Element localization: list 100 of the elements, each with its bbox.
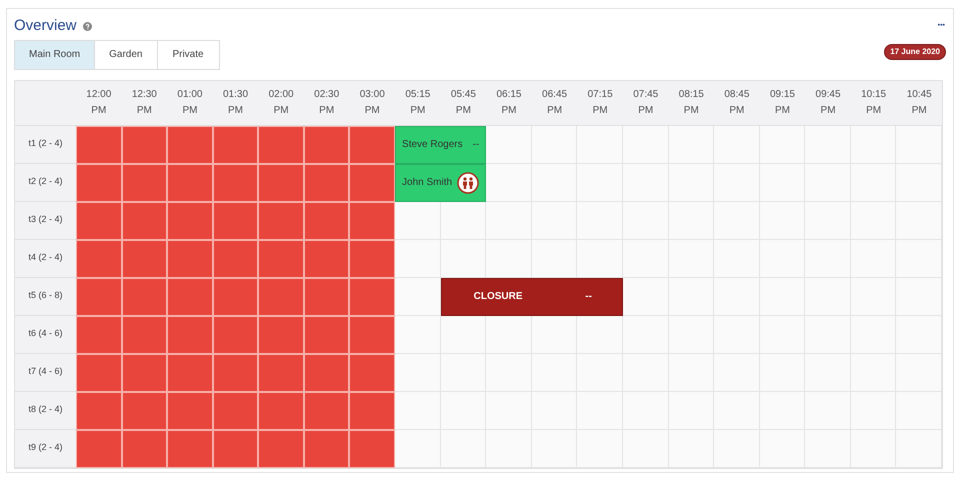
blocked-slot bbox=[76, 354, 122, 392]
open-slot[interactable] bbox=[622, 316, 669, 354]
open-slot[interactable] bbox=[395, 240, 441, 278]
blocked-slot bbox=[304, 126, 350, 164]
open-slot[interactable] bbox=[486, 430, 532, 468]
time-header: 12:30 PM bbox=[122, 80, 168, 126]
time-header: 10:15 PM bbox=[850, 80, 896, 126]
blocked-slot bbox=[122, 164, 168, 202]
blocked-slot bbox=[167, 392, 213, 430]
booking-block[interactable]: Steve Rogers -- bbox=[395, 126, 486, 164]
open-slot[interactable] bbox=[486, 126, 532, 164]
table-label: t5 (6 - 8) bbox=[15, 278, 76, 316]
date-badge: 17 June 2020 bbox=[884, 44, 946, 60]
open-slot[interactable] bbox=[896, 354, 942, 392]
people-icon bbox=[457, 172, 480, 194]
time-header: 01:00 PM bbox=[167, 80, 213, 126]
room-tab[interactable]: Main Room bbox=[15, 40, 94, 68]
blocked-slot bbox=[258, 240, 304, 278]
open-slot[interactable] bbox=[668, 126, 714, 164]
open-slot[interactable] bbox=[896, 240, 942, 278]
blocked-slot bbox=[167, 278, 213, 316]
blocked-slot bbox=[76, 316, 122, 354]
open-slot[interactable] bbox=[622, 278, 669, 316]
open-slot[interactable] bbox=[532, 430, 578, 468]
open-slot[interactable] bbox=[714, 430, 760, 468]
time-header: 06:45 PM bbox=[532, 80, 578, 126]
open-slot[interactable] bbox=[896, 164, 942, 202]
open-slot[interactable] bbox=[896, 278, 942, 316]
open-slot[interactable] bbox=[395, 430, 441, 468]
help-icon[interactable] bbox=[82, 22, 92, 31]
time-header: 09:15 PM bbox=[760, 80, 806, 126]
blocked-slot bbox=[122, 316, 168, 354]
open-slot[interactable] bbox=[805, 126, 851, 164]
table-label: t4 (2 - 4) bbox=[15, 240, 76, 278]
guest-name: John Smith bbox=[402, 176, 452, 190]
time-header: 10:45 PM bbox=[896, 80, 942, 126]
open-slot[interactable] bbox=[896, 126, 942, 164]
table-label: t1 (2 - 4) bbox=[15, 126, 76, 164]
open-slot[interactable] bbox=[395, 392, 441, 430]
open-slot[interactable] bbox=[577, 126, 623, 164]
open-slot[interactable] bbox=[622, 430, 669, 468]
blocked-slot bbox=[76, 240, 122, 278]
open-slot[interactable] bbox=[486, 240, 532, 278]
blocked-slot bbox=[122, 430, 168, 468]
open-slot[interactable] bbox=[440, 240, 486, 278]
open-slot[interactable] bbox=[486, 316, 532, 354]
open-slot[interactable] bbox=[577, 240, 623, 278]
open-slot[interactable] bbox=[760, 126, 806, 164]
open-slot[interactable] bbox=[714, 126, 760, 164]
blocked-slot bbox=[76, 126, 122, 164]
time-header: 08:45 PM bbox=[714, 80, 760, 126]
page-title: Overview bbox=[14, 16, 77, 36]
open-slot[interactable] bbox=[486, 164, 532, 202]
open-slot[interactable] bbox=[440, 430, 486, 468]
blocked-slot bbox=[212, 278, 258, 316]
time-header: 12:00 PM bbox=[76, 80, 122, 126]
open-slot[interactable] bbox=[532, 240, 578, 278]
table-label: t8 (2 - 4) bbox=[15, 392, 76, 430]
open-slot[interactable] bbox=[395, 202, 441, 240]
open-slot[interactable] bbox=[805, 430, 851, 468]
open-slot[interactable] bbox=[440, 316, 486, 354]
open-slot[interactable] bbox=[850, 126, 896, 164]
blocked-slot bbox=[349, 164, 396, 202]
closure-label: CLOSURE bbox=[474, 290, 523, 304]
open-slot[interactable] bbox=[395, 278, 441, 316]
blocked-slot bbox=[167, 354, 213, 392]
blocked-slot bbox=[349, 316, 396, 354]
open-slot[interactable] bbox=[532, 316, 578, 354]
open-slot[interactable] bbox=[395, 354, 441, 392]
open-slot[interactable] bbox=[896, 430, 942, 468]
closure-block[interactable]: CLOSURE -- bbox=[440, 278, 623, 316]
table-label: t7 (4 - 6) bbox=[15, 354, 76, 392]
table-label: t2 (2 - 4) bbox=[15, 164, 76, 202]
blocked-slot bbox=[76, 430, 122, 468]
blocked-slot bbox=[349, 240, 396, 278]
open-slot[interactable] bbox=[896, 316, 942, 354]
open-slot[interactable] bbox=[577, 316, 623, 354]
blocked-slot bbox=[167, 240, 213, 278]
booking-block[interactable]: John Smith bbox=[395, 164, 486, 202]
blocked-slot bbox=[258, 316, 304, 354]
open-slot[interactable] bbox=[395, 316, 441, 354]
open-slot[interactable] bbox=[486, 202, 532, 240]
open-slot[interactable] bbox=[577, 430, 623, 468]
open-slot[interactable] bbox=[850, 430, 896, 468]
open-slot[interactable] bbox=[622, 240, 669, 278]
open-slot[interactable] bbox=[760, 430, 806, 468]
open-slot[interactable] bbox=[532, 126, 578, 164]
blocked-slot bbox=[349, 430, 396, 468]
blocked-slot bbox=[167, 430, 213, 468]
blocked-slot bbox=[258, 430, 304, 468]
time-header: 02:30 PM bbox=[304, 80, 350, 126]
time-header: 05:45 PM bbox=[440, 80, 486, 126]
open-slot[interactable] bbox=[622, 126, 669, 164]
open-slot[interactable] bbox=[440, 202, 486, 240]
blocked-slot bbox=[212, 240, 258, 278]
open-slot[interactable] bbox=[896, 202, 942, 240]
open-slot[interactable] bbox=[668, 430, 714, 468]
open-slot[interactable] bbox=[896, 392, 942, 430]
blocked-slot bbox=[258, 164, 304, 202]
time-header: 07:15 PM bbox=[577, 80, 623, 126]
